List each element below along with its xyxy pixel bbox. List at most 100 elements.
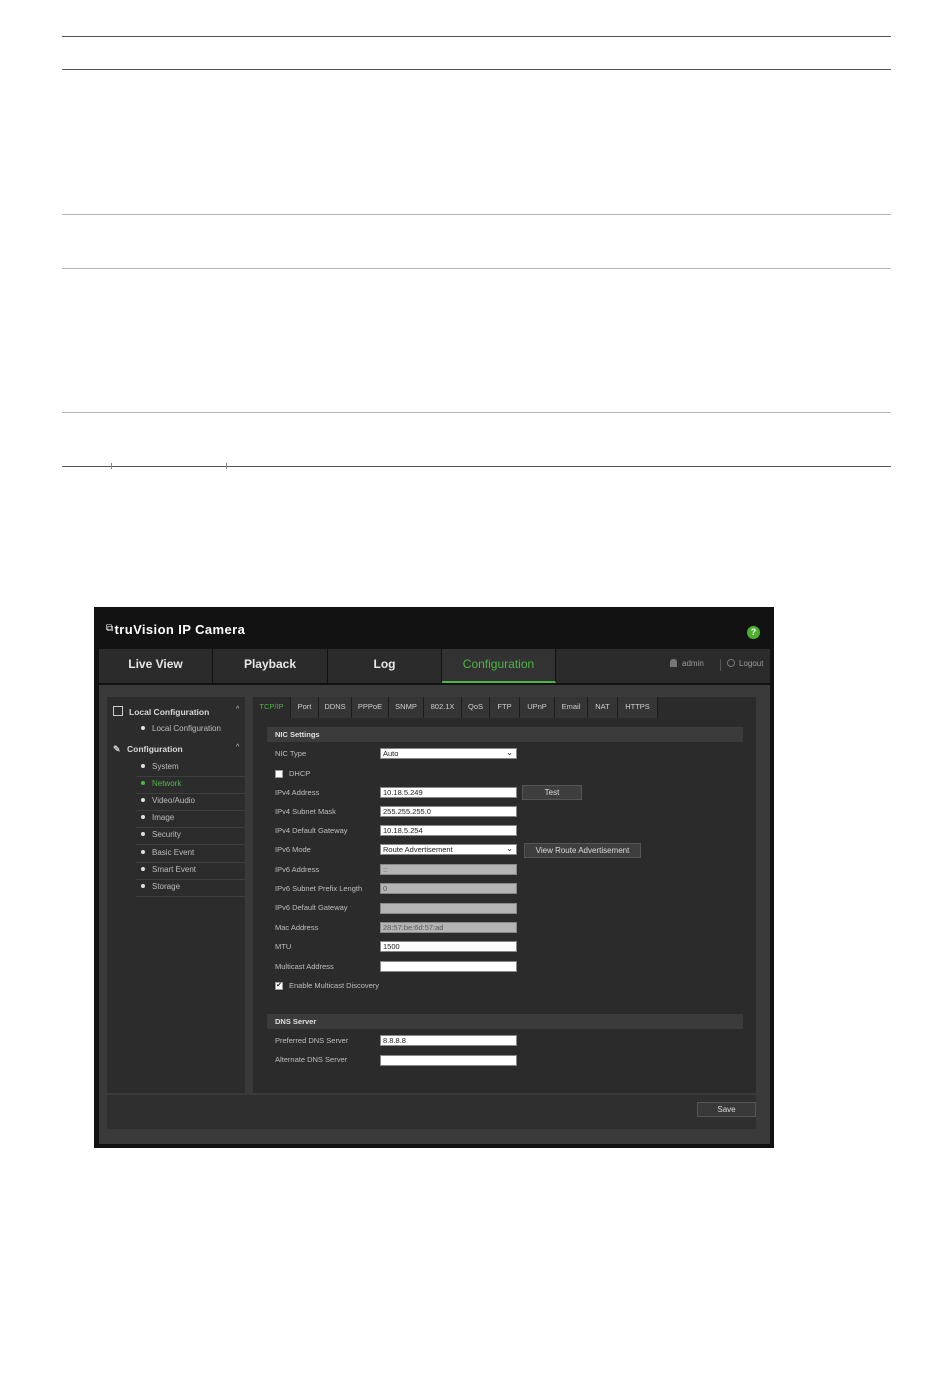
multicast-discovery-checkbox[interactable]: ✔	[275, 982, 283, 990]
ipv6-mode-value: Route Advertisement	[383, 845, 453, 854]
ipv6-mode-select[interactable]: Route Advertisement ⌄	[380, 844, 517, 855]
subtab-snmp[interactable]: SNMP	[389, 697, 424, 718]
mac-address-input: 28:57:be:6d:57:ad	[380, 922, 517, 933]
subtab-upnp[interactable]: UPnP	[520, 697, 555, 718]
preferred-dns-input[interactable]: 8.8.8.8	[380, 1035, 517, 1046]
tab-configuration[interactable]: Configuration	[442, 649, 556, 683]
table-rule	[62, 36, 891, 37]
mtu-input[interactable]: 1500	[380, 941, 517, 952]
multicast-discovery-label: Enable Multicast Discovery	[289, 981, 380, 990]
top-nav: Live View Playback Log Configuration adm…	[99, 649, 770, 683]
sidebar-item-video-audio[interactable]: Video/Audio	[136, 794, 245, 811]
tab-playback[interactable]: Playback	[213, 649, 328, 683]
user-icon	[670, 659, 677, 667]
nic-type-select[interactable]: Auto ⌄	[380, 748, 517, 759]
bullet-icon	[141, 781, 145, 785]
table-rule	[62, 412, 891, 413]
preferred-dns-label: Preferred DNS Server	[275, 1036, 349, 1045]
view-route-advertisement-button[interactable]: View Route Advertisement	[524, 843, 641, 858]
sidebar-item-label: Video/Audio	[152, 796, 195, 805]
sidebar-item-label: System	[152, 762, 179, 771]
nic-settings-header: NIC Settings	[267, 727, 743, 742]
tab-live-view[interactable]: Live View	[99, 649, 213, 683]
sidebar-config-header[interactable]: ✎ Configuration	[113, 744, 183, 755]
dhcp-checkbox[interactable]	[275, 770, 283, 778]
divider	[720, 659, 721, 671]
sidebar-item-network[interactable]: Network	[136, 777, 245, 794]
subtab-email[interactable]: Email	[555, 697, 588, 718]
sidebar-item-system[interactable]: System	[136, 760, 245, 777]
table-rule	[62, 466, 891, 467]
table-rule	[62, 268, 891, 269]
sidebar-item-label: Image	[152, 813, 175, 822]
table-rule	[62, 214, 891, 215]
ipv6-mode-label: IPv6 Mode	[275, 845, 311, 854]
ipv6-address-label: IPv6 Address	[275, 865, 320, 874]
subtab-8021x[interactable]: 802.1X	[424, 697, 462, 718]
sidebar-item-image[interactable]: Image	[136, 811, 245, 828]
sidebar-item-basic-event[interactable]: Basic Event	[136, 846, 245, 863]
ipv6-gateway-label: IPv6 Default Gateway	[275, 903, 348, 912]
subtab-qos[interactable]: QoS	[462, 697, 490, 718]
subtab-pppoe[interactable]: PPPoE	[352, 697, 389, 718]
app-logo: ⧉truVision IP Camera	[106, 622, 245, 637]
ipv4-address-input[interactable]: 10.18.5.249	[380, 787, 517, 798]
subtab-tcpip[interactable]: TCP/IP	[253, 697, 291, 718]
sidebar-item-smart-event[interactable]: Smart Event	[136, 863, 245, 880]
sidebar-item-label: Storage	[152, 882, 181, 891]
monitor-icon	[113, 706, 123, 716]
help-icon[interactable]: ?	[747, 626, 760, 639]
mtu-label: MTU	[275, 942, 292, 951]
chevron-down-icon: ⌄	[506, 844, 513, 853]
wrench-icon: ✎	[113, 744, 121, 754]
nic-type-label: NIC Type	[275, 749, 307, 758]
subtab-port[interactable]: Port	[291, 697, 319, 718]
bullet-icon	[141, 815, 145, 819]
dns-server-header: DNS Server	[267, 1014, 743, 1029]
sidebar-item-label: Basic Event	[152, 848, 195, 857]
subtab-nat[interactable]: NAT	[588, 697, 618, 718]
table-tick	[226, 463, 227, 469]
sidebar-item-label: Local Configuration	[152, 724, 221, 733]
alternate-dns-input[interactable]	[380, 1055, 517, 1066]
user-name: admin	[682, 659, 704, 668]
logout-icon	[727, 659, 735, 667]
bullet-icon	[141, 764, 145, 768]
bullet-icon	[141, 850, 145, 854]
sidebar-item-label: Security	[152, 830, 181, 839]
multicast-address-input[interactable]	[380, 961, 517, 972]
chevron-down-icon: ⌄	[506, 748, 513, 757]
logout-link[interactable]: Logout	[727, 659, 763, 668]
test-button[interactable]: Test	[522, 785, 582, 800]
bullet-icon	[141, 884, 145, 888]
ipv4-gateway-input[interactable]: 10.18.5.254	[380, 825, 517, 836]
bullet-icon	[141, 798, 145, 802]
collapse-icon[interactable]: ^	[236, 744, 239, 751]
table-tick	[111, 463, 112, 469]
collapse-icon[interactable]: ^	[236, 706, 239, 713]
nic-type-value: Auto	[383, 749, 399, 758]
table-rule	[62, 69, 891, 70]
sidebar-item-storage[interactable]: Storage	[136, 880, 245, 897]
alternate-dns-label: Alternate DNS Server	[275, 1055, 348, 1064]
sidebar-config-label: Configuration	[127, 744, 183, 754]
multicast-address-label: Multicast Address	[275, 962, 334, 971]
ipv4-mask-input[interactable]: 255.255.255.0	[380, 806, 517, 817]
sidebar-local-header[interactable]: Local Configuration	[113, 706, 209, 717]
sidebar-item-security[interactable]: Security	[136, 828, 245, 845]
bullet-icon	[141, 832, 145, 836]
save-button[interactable]: Save	[697, 1102, 756, 1117]
tab-log[interactable]: Log	[328, 649, 442, 683]
sidebar-item-label: Network	[152, 779, 182, 788]
ipv6-prefix-input: 0	[380, 883, 517, 894]
subtab-https[interactable]: HTTPS	[618, 697, 658, 718]
sidebar-item-local-configuration[interactable]: Local Configuration	[136, 722, 245, 738]
subtab-ddns[interactable]: DDNS	[319, 697, 352, 718]
subtab-ftp[interactable]: FTP	[490, 697, 520, 718]
ipv4-address-label: IPv4 Address	[275, 788, 320, 797]
user-menu[interactable]: admin	[670, 659, 704, 668]
ipv6-prefix-label: IPv6 Subnet Prefix Length	[275, 884, 363, 893]
bullet-icon	[141, 867, 145, 871]
dhcp-label: DHCP	[289, 769, 311, 778]
bullet-icon	[141, 726, 145, 730]
